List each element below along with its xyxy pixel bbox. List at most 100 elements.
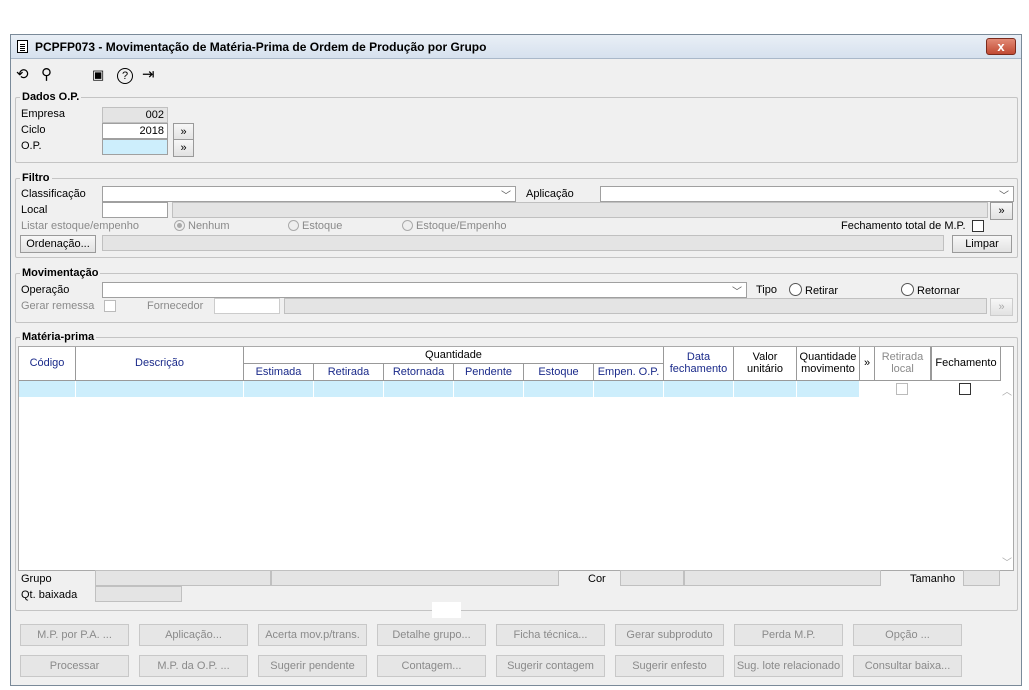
col-descricao[interactable]: Descrição — [76, 347, 244, 381]
ciclo-field[interactable]: 2018 — [102, 123, 168, 139]
op-label: O.P. — [21, 140, 42, 152]
col-estoque[interactable]: Estoque — [524, 364, 594, 381]
calendar-icon[interactable]: ▣ — [92, 67, 104, 83]
qt-baixada-label: Qt. baixada — [21, 589, 78, 601]
row-retirada-local-checkbox[interactable] — [896, 383, 908, 395]
title-bar: PCPFP073 - Movimentação de Matéria-Prima… — [11, 35, 1021, 59]
grupo-label: Grupo — [21, 573, 52, 585]
fornecedor-field[interactable] — [214, 298, 280, 314]
col-valor-line2: unitário — [746, 363, 784, 375]
processar-button[interactable]: Processar — [20, 655, 129, 677]
radio-estoque[interactable]: Estoque — [288, 220, 342, 232]
aplicacao-button[interactable]: Aplicação... — [139, 624, 248, 646]
row-cell-estimada[interactable] — [244, 381, 314, 397]
exit-icon[interactable]: ⇥ — [142, 67, 155, 83]
consultar-baixa-button[interactable]: Consultar baixa... — [853, 655, 962, 677]
radio-estoque-label: Estoque — [302, 220, 343, 232]
radio-retirar[interactable]: Retirar — [789, 283, 838, 297]
row-cell-empen[interactable] — [594, 381, 664, 397]
mp-da-op-button[interactable]: M.P. da O.P. ... — [139, 655, 248, 677]
op-field[interactable] — [102, 139, 168, 155]
col-valor-unitario[interactable]: Valor unitário — [734, 347, 797, 381]
col-empen-op[interactable]: Empen. O.P. — [594, 364, 664, 381]
materia-prima-grid[interactable]: Código Descrição Quantidade Estimada Ret… — [18, 346, 1014, 571]
aplicacao-label: Aplicação — [526, 188, 574, 200]
document-icon — [17, 40, 28, 53]
fechamento-total-checkbox[interactable] — [972, 220, 984, 232]
contagem-button[interactable]: Contagem... — [377, 655, 486, 677]
col-fechamento[interactable]: Fechamento — [931, 347, 1001, 381]
mp-por-pa-button[interactable]: M.P. por P.A. ... — [20, 624, 129, 646]
scroll-down-icon[interactable]: ﹀ — [1002, 554, 1012, 569]
col-qtmov-line1: Quantidade — [799, 351, 857, 363]
qt-baixada-field — [95, 586, 182, 602]
ordenacao-field — [102, 235, 944, 251]
row-cell-pendente[interactable] — [454, 381, 524, 397]
col-quantidade: Quantidade — [244, 347, 664, 364]
ordenacao-button[interactable]: Ordenação... — [20, 235, 96, 253]
radio-nenhum-label: Nenhum — [188, 220, 230, 232]
help-icon[interactable]: ? — [117, 68, 133, 84]
ciclo-label: Ciclo — [21, 124, 46, 136]
sugerir-pendente-button[interactable]: Sugerir pendente — [258, 655, 367, 677]
op-lookup-button[interactable]: » — [173, 139, 194, 157]
grupo-description-field — [271, 570, 559, 586]
row-cell-valor[interactable] — [734, 381, 797, 397]
row-cell-data[interactable] — [664, 381, 734, 397]
row-cell-codigo[interactable] — [19, 381, 76, 397]
row-fechamento-checkbox[interactable] — [959, 383, 971, 395]
operacao-select[interactable]: ﹀ — [102, 282, 747, 298]
radio-estoque-empenho[interactable]: Estoque/Empenho — [402, 220, 507, 232]
fechamento-total-label: Fechamento total de M.P. — [841, 220, 966, 232]
chevron-down-icon: ﹀ — [501, 191, 511, 202]
col-expand-button[interactable]: » — [860, 347, 875, 381]
perda-mp-button[interactable]: Perda M.P. — [734, 624, 843, 646]
row-cell-retirada[interactable] — [314, 381, 384, 397]
fornecedor-lookup-button[interactable]: » — [990, 298, 1013, 316]
splitter-handle[interactable] — [432, 602, 461, 618]
tamanho-label: Tamanho — [910, 573, 956, 585]
row-cell-retornada[interactable] — [384, 381, 454, 397]
gerar-subproduto-button[interactable]: Gerar subproduto — [615, 624, 724, 646]
col-quantidade-movimento[interactable]: Quantidade movimento — [797, 347, 860, 381]
radio-nenhum[interactable]: Nenhum — [174, 220, 230, 232]
ficha-tecnica-button[interactable]: Ficha técnica... — [496, 624, 605, 646]
acerta-mov-button[interactable]: Acerta mov.p/trans. — [258, 624, 367, 646]
row-cell-estoque[interactable] — [524, 381, 594, 397]
tamanho-field — [963, 570, 1000, 586]
chevron-down-icon: ﹀ — [732, 287, 742, 298]
col-estimada[interactable]: Estimada — [244, 364, 314, 381]
col-pendente[interactable]: Pendente — [454, 364, 524, 381]
empresa-field[interactable]: 002 — [102, 107, 168, 123]
sugerir-contagem-button[interactable]: Sugerir contagem — [496, 655, 605, 677]
col-data-line1: Data — [686, 351, 711, 363]
empresa-label: Empresa — [21, 108, 66, 120]
row-cell-qtmov[interactable] — [797, 381, 860, 397]
row-cell-descricao[interactable] — [76, 381, 244, 397]
classificacao-select[interactable]: ﹀ — [102, 186, 516, 202]
col-retirada[interactable]: Retirada — [314, 364, 384, 381]
main-window: PCPFP073 - Movimentação de Matéria-Prima… — [10, 34, 1022, 686]
opcao-button[interactable]: Opção ... — [853, 624, 962, 646]
limpar-button[interactable]: Limpar — [952, 235, 1012, 253]
aplicacao-select[interactable]: ﹀ — [600, 186, 1014, 202]
detalhe-grupo-button[interactable]: Detalhe grupo... — [377, 624, 486, 646]
col-codigo[interactable]: Código — [19, 347, 76, 381]
gerar-remessa-checkbox[interactable] — [104, 300, 116, 312]
cor-label: Cor — [588, 573, 606, 585]
radio-retornar[interactable]: Retornar — [901, 283, 960, 297]
undo-icon[interactable]: ⟲ — [16, 67, 29, 83]
search-icon[interactable]: ⚲ — [41, 67, 52, 83]
sug-lote-relacionado-button[interactable]: Sug. lote relacionado — [734, 655, 843, 677]
col-data-fechamento[interactable]: Data fechamento — [664, 347, 734, 381]
filtro-legend: Filtro — [22, 172, 50, 184]
col-retirada-local[interactable]: Retirada local — [875, 347, 931, 381]
movimentacao-legend: Movimentação — [22, 267, 99, 279]
scroll-up-icon[interactable]: ︿ — [1002, 383, 1012, 398]
col-retornada[interactable]: Retornada — [384, 364, 454, 381]
local-lookup-button[interactable]: » — [990, 202, 1013, 220]
classificacao-label: Classificação — [21, 188, 86, 200]
sugerir-enfesto-button[interactable]: Sugerir enfesto — [615, 655, 724, 677]
close-button[interactable]: x — [986, 38, 1016, 55]
local-field[interactable] — [102, 202, 168, 218]
